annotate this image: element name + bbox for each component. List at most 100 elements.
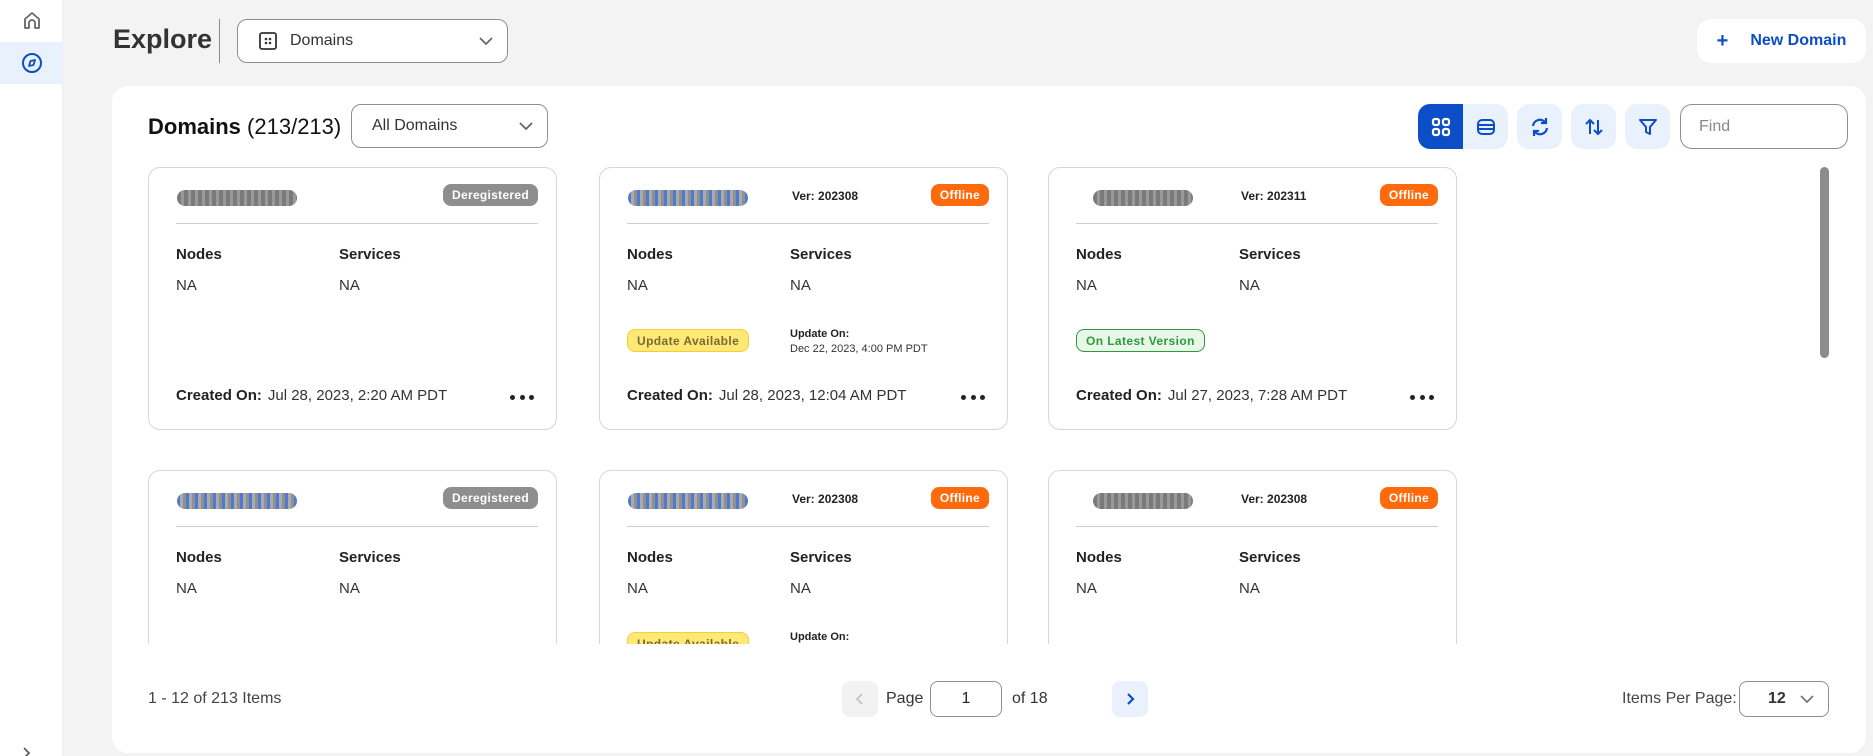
filter-button[interactable] xyxy=(1625,104,1670,149)
sort-button[interactable] xyxy=(1571,104,1616,149)
domain-name-link[interactable] xyxy=(628,493,748,509)
created-on-label: Created On: xyxy=(1076,387,1162,404)
services-value: NA xyxy=(339,277,360,294)
nodes-value: NA xyxy=(176,277,197,294)
chevron-down-icon xyxy=(1800,695,1814,704)
services-value: NA xyxy=(790,277,811,294)
more-actions-button[interactable] xyxy=(510,390,534,404)
domain-name-link[interactable] xyxy=(1093,493,1193,509)
page-label: Page xyxy=(886,690,924,707)
update-status-pill: Update Available xyxy=(627,632,750,644)
created-on-value: Jul 27, 2023, 7:28 AM PDT xyxy=(1167,387,1348,404)
home-icon xyxy=(23,12,40,29)
entity-type-select[interactable]: Domains xyxy=(237,19,508,63)
status-badge: Deregistered xyxy=(443,184,538,206)
panel-title-text: Domains xyxy=(148,114,241,139)
filter-icon xyxy=(1638,118,1657,135)
services-label: Services xyxy=(790,246,852,263)
sort-icon xyxy=(1584,118,1603,135)
services-label: Services xyxy=(339,549,401,566)
domain-card[interactable]: Deregistered Nodes Services NA NA Create… xyxy=(148,167,557,430)
domain-card[interactable]: Deregistered Nodes Services NA NA xyxy=(148,470,557,644)
sidebar-item-home[interactable] xyxy=(0,0,63,42)
compass-icon xyxy=(21,53,42,73)
new-domain-button[interactable]: + New Domain xyxy=(1697,19,1866,63)
services-value: NA xyxy=(339,580,360,597)
nodes-label: Nodes xyxy=(176,549,222,566)
services-label: Services xyxy=(790,549,852,566)
created-on-label: Created On: xyxy=(627,387,713,404)
sidebar-expand-button[interactable] xyxy=(20,746,34,756)
nodes-value: NA xyxy=(176,580,197,597)
status-badge: Deregistered xyxy=(443,487,538,509)
view-toggle xyxy=(1418,104,1508,149)
cards-grid: Deregistered Nodes Services NA NA Create… xyxy=(148,167,1808,644)
items-per-page-select[interactable]: 12 xyxy=(1739,681,1829,717)
nodes-value: NA xyxy=(1076,277,1097,294)
list-view-button[interactable] xyxy=(1463,104,1508,149)
previous-page-button[interactable] xyxy=(842,681,878,717)
version-label: Ver: 202308 xyxy=(792,492,859,506)
card-divider xyxy=(176,526,538,527)
more-icon xyxy=(961,394,966,400)
nodes-value: NA xyxy=(627,580,648,597)
grid-view-button[interactable] xyxy=(1418,104,1463,149)
domain-name-link[interactable] xyxy=(177,493,297,509)
items-per-page-value: 12 xyxy=(1768,690,1786,707)
domain-name-link[interactable] xyxy=(628,190,748,206)
more-actions-button[interactable] xyxy=(961,390,985,404)
update-status-pill: On Latest Version xyxy=(1076,329,1205,352)
domain-name-link[interactable] xyxy=(177,190,297,206)
nodes-value: NA xyxy=(1076,580,1097,597)
created-on-label: Created On: xyxy=(176,387,262,404)
more-actions-button[interactable] xyxy=(1410,390,1434,404)
domain-scope-value: All Domains xyxy=(372,117,458,134)
page-total: of 18 xyxy=(1012,690,1048,707)
domain-card[interactable]: Ver: 202308 Offline Nodes Services NA NA… xyxy=(599,167,1008,430)
refresh-button[interactable] xyxy=(1517,104,1562,149)
plus-icon: + xyxy=(1716,29,1729,52)
card-divider xyxy=(176,223,538,224)
sidebar xyxy=(0,0,63,756)
update-on-label: Update On: xyxy=(790,328,850,340)
nodes-value: NA xyxy=(627,277,648,294)
card-divider xyxy=(627,223,989,224)
domain-name-link[interactable] xyxy=(1093,190,1193,206)
domain-card[interactable]: Ver: 202308 Offline Nodes Services NA NA… xyxy=(599,470,1008,644)
update-on-value: Dec 22, 2023, 4:00 PM PDT xyxy=(790,343,928,355)
find-input[interactable] xyxy=(1680,104,1848,149)
page-number-input[interactable] xyxy=(930,681,1002,717)
chevron-left-icon xyxy=(855,693,863,705)
card-divider xyxy=(627,526,989,527)
panel-title-count: (213/213) xyxy=(247,114,342,139)
panel-title: Domains (213/213) xyxy=(148,114,341,140)
status-badge: Offline xyxy=(930,487,989,509)
refresh-icon xyxy=(1531,117,1548,136)
update-on-label: Update On: xyxy=(790,631,850,643)
nodes-label: Nodes xyxy=(1076,549,1122,566)
status-badge: Offline xyxy=(930,184,989,206)
domains-panel: Domains (213/213) All Domains Deregister… xyxy=(112,86,1866,753)
services-label: Services xyxy=(339,246,401,263)
chevron-down-icon xyxy=(479,37,493,46)
domain-card[interactable]: Ver: 202311 Offline Nodes Services NA NA… xyxy=(1048,167,1457,430)
next-page-button[interactable] xyxy=(1112,681,1148,717)
version-label: Ver: 202308 xyxy=(792,189,859,203)
services-value: NA xyxy=(1239,580,1260,597)
domain-card[interactable]: Ver: 202308 Offline Nodes Services NA NA xyxy=(1048,470,1457,644)
domain-scope-select[interactable]: All Domains xyxy=(351,104,548,148)
card-divider xyxy=(1076,223,1438,224)
created-on: Created On: Jul 27, 2023, 7:28 AM PDT xyxy=(1076,387,1347,404)
sidebar-item-explore[interactable] xyxy=(0,42,63,84)
grid-view-icon xyxy=(1431,117,1450,136)
chevron-down-icon xyxy=(519,122,533,131)
nodes-label: Nodes xyxy=(627,549,673,566)
entity-type-value: Domains xyxy=(290,32,354,49)
services-value: NA xyxy=(1239,277,1260,294)
card-divider xyxy=(1076,526,1438,527)
created-on-value: Jul 28, 2023, 2:20 AM PDT xyxy=(267,387,448,404)
status-badge: Offline xyxy=(1379,184,1438,206)
list-view-icon xyxy=(1476,118,1495,135)
cards-scrollbar[interactable] xyxy=(1820,167,1829,358)
status-badge: Offline xyxy=(1379,487,1438,509)
